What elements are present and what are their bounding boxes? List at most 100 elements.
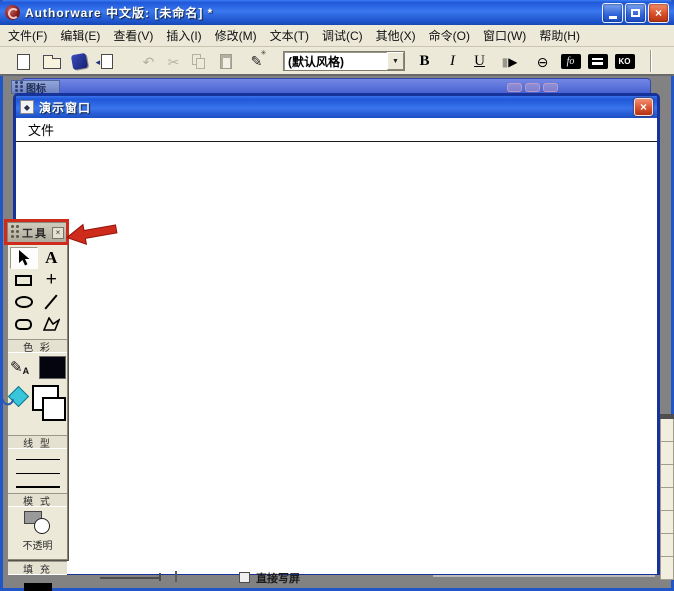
bottom-slider[interactable]	[100, 577, 161, 579]
right-panel-cell[interactable]	[660, 534, 674, 557]
cut-button[interactable]: ✂	[162, 50, 185, 73]
underline-icon: U	[474, 53, 485, 69]
presentation-close-button[interactable]: ×	[634, 98, 653, 116]
diagonal-line-icon	[44, 294, 58, 310]
write-mode-checkbox[interactable]	[239, 572, 250, 583]
functions-icon: fo	[560, 54, 581, 69]
tool-palette: 工具 × A + 色 彩 ✎A 线 型 模 式 不透明 填 充	[7, 222, 68, 591]
toolbar-separator	[650, 50, 652, 72]
line-sample-medium[interactable]	[16, 473, 60, 474]
right-panel-cell[interactable]	[660, 465, 674, 488]
knowledge-objects-button[interactable]: KO	[613, 50, 636, 73]
menu-item-debug[interactable]: 调试(C)	[322, 27, 363, 44]
bottom-slider-end	[159, 573, 161, 581]
cross-line-icon: +	[45, 268, 57, 290]
restart-bar-icon: ▮	[501, 54, 509, 69]
right-panel-cell[interactable]	[660, 442, 674, 465]
line-sample-thin[interactable]	[16, 459, 60, 460]
tool-diagonal-line[interactable]	[38, 291, 66, 313]
open-folder-icon	[42, 55, 61, 69]
presentation-client-area[interactable]	[16, 142, 657, 574]
tool-rounded-rectangle[interactable]	[10, 313, 38, 335]
variables-button[interactable]	[586, 50, 609, 73]
italic-button[interactable]: I	[441, 50, 464, 73]
tool-straight-line[interactable]: +	[38, 269, 66, 291]
authorware-logo-icon	[5, 5, 20, 20]
bold-icon: B	[419, 53, 430, 69]
bottom-divider	[433, 575, 655, 577]
undo-button[interactable]: ↶	[137, 50, 160, 73]
right-panel-cell[interactable]	[660, 419, 674, 442]
tool-rectangle[interactable]	[10, 269, 38, 291]
tool-ellipse[interactable]	[10, 291, 38, 313]
foreground-color-swatch[interactable]	[39, 356, 66, 379]
menu-item-other[interactable]: 其他(X)	[376, 27, 416, 44]
trace-button[interactable]: ⊖	[531, 50, 554, 73]
style-dropdown[interactable]: (默认风格) ▼	[283, 51, 405, 71]
app-menubar: 文件(F) 编辑(E) 查看(V) 插入(I) 修改(M) 文本(T) 调试(C…	[0, 25, 674, 47]
design-maximize-button[interactable]	[525, 83, 540, 92]
presentation-window-icon: ◆	[20, 100, 34, 114]
paint-bucket-icon[interactable]	[7, 385, 30, 408]
pencil-sparkle-icon: ✎ ✳	[250, 50, 267, 69]
authorware-main-window: Authorware 中文版: [未命名] * × 文件(F) 编辑(E) 查看…	[0, 0, 674, 591]
new-file-button[interactable]	[12, 50, 35, 73]
tool-polygon[interactable]	[38, 313, 66, 335]
apply-style-button[interactable]: ✎ ✳	[245, 50, 268, 73]
icon-palette-titlebar[interactable]: 图标	[11, 80, 60, 94]
design-window-titlebar[interactable]	[21, 78, 651, 94]
run-button[interactable]: ▮ ▶	[498, 50, 521, 73]
right-panel-cell[interactable]	[660, 488, 674, 511]
section-line-header: 线 型	[8, 435, 67, 450]
knowledge-objects-icon: KO	[614, 54, 635, 69]
copy-icon	[191, 53, 208, 70]
functions-button[interactable]: fo	[559, 50, 582, 73]
right-panel-cell[interactable]	[660, 511, 674, 534]
menu-item-window[interactable]: 窗口(W)	[483, 27, 526, 44]
color-section: ✎A	[7, 353, 67, 433]
chevron-down-icon[interactable]: ▼	[387, 52, 404, 70]
bold-button[interactable]: B	[413, 50, 436, 73]
window-controls: ×	[602, 2, 669, 23]
design-minimize-button[interactable]	[507, 83, 522, 92]
presentation-menu-file[interactable]: 文件	[28, 120, 54, 139]
design-close-button[interactable]	[543, 83, 558, 92]
play-icon: ▶	[508, 54, 518, 69]
menu-item-modify[interactable]: 修改(M)	[215, 27, 257, 44]
pen-color-icon[interactable]: ✎A	[10, 358, 29, 376]
rounded-rectangle-icon	[15, 318, 33, 330]
menu-item-command[interactable]: 命令(O)	[429, 27, 470, 44]
italic-icon: I	[450, 53, 455, 69]
mode-circle-icon[interactable]	[34, 518, 50, 534]
menu-item-file[interactable]: 文件(F)	[8, 27, 47, 44]
close-button[interactable]: ×	[648, 2, 669, 23]
style-dropdown-value: (默认风格)	[288, 54, 344, 69]
presentation-titlebar[interactable]: ◆ 演示窗口 ×	[16, 96, 657, 118]
tool-text[interactable]: A	[38, 247, 66, 269]
import-button[interactable]	[95, 50, 118, 73]
foreground-color-chip[interactable]	[42, 397, 66, 421]
section-mode-header: 模 式	[8, 493, 67, 508]
maximize-button[interactable]	[625, 2, 646, 23]
rectangle-icon	[15, 274, 33, 286]
app-titlebar[interactable]: Authorware 中文版: [未命名] * ×	[0, 0, 674, 25]
presentation-window: ◆ 演示窗口 × 文件	[13, 93, 660, 575]
tool-pointer[interactable]	[10, 247, 38, 269]
underline-button[interactable]: U	[468, 50, 491, 73]
copy-button[interactable]	[188, 50, 211, 73]
line-sample-thick[interactable]	[16, 486, 60, 488]
menu-item-help[interactable]: 帮助(H)	[539, 27, 580, 44]
fill-swatch[interactable]	[24, 583, 52, 591]
right-panel-cell[interactable]	[660, 557, 674, 580]
menu-item-text[interactable]: 文本(T)	[270, 27, 309, 44]
menu-item-view[interactable]: 查看(V)	[113, 27, 153, 44]
open-file-button[interactable]	[40, 50, 63, 73]
app-toolbar: ↶ ✂ ✎✳ (默认风格) ▼ B I U ▮▶ ⊖ fo KO	[0, 47, 674, 76]
menu-item-insert[interactable]: 插入(I)	[166, 27, 201, 44]
menu-item-edit[interactable]: 编辑(E)	[60, 27, 100, 44]
minimize-button[interactable]	[602, 2, 623, 23]
save-package-button[interactable]	[68, 50, 91, 73]
write-mode-label: 直接写屏	[256, 573, 300, 585]
undo-icon: ↶	[142, 53, 155, 70]
paste-button[interactable]	[214, 50, 237, 73]
